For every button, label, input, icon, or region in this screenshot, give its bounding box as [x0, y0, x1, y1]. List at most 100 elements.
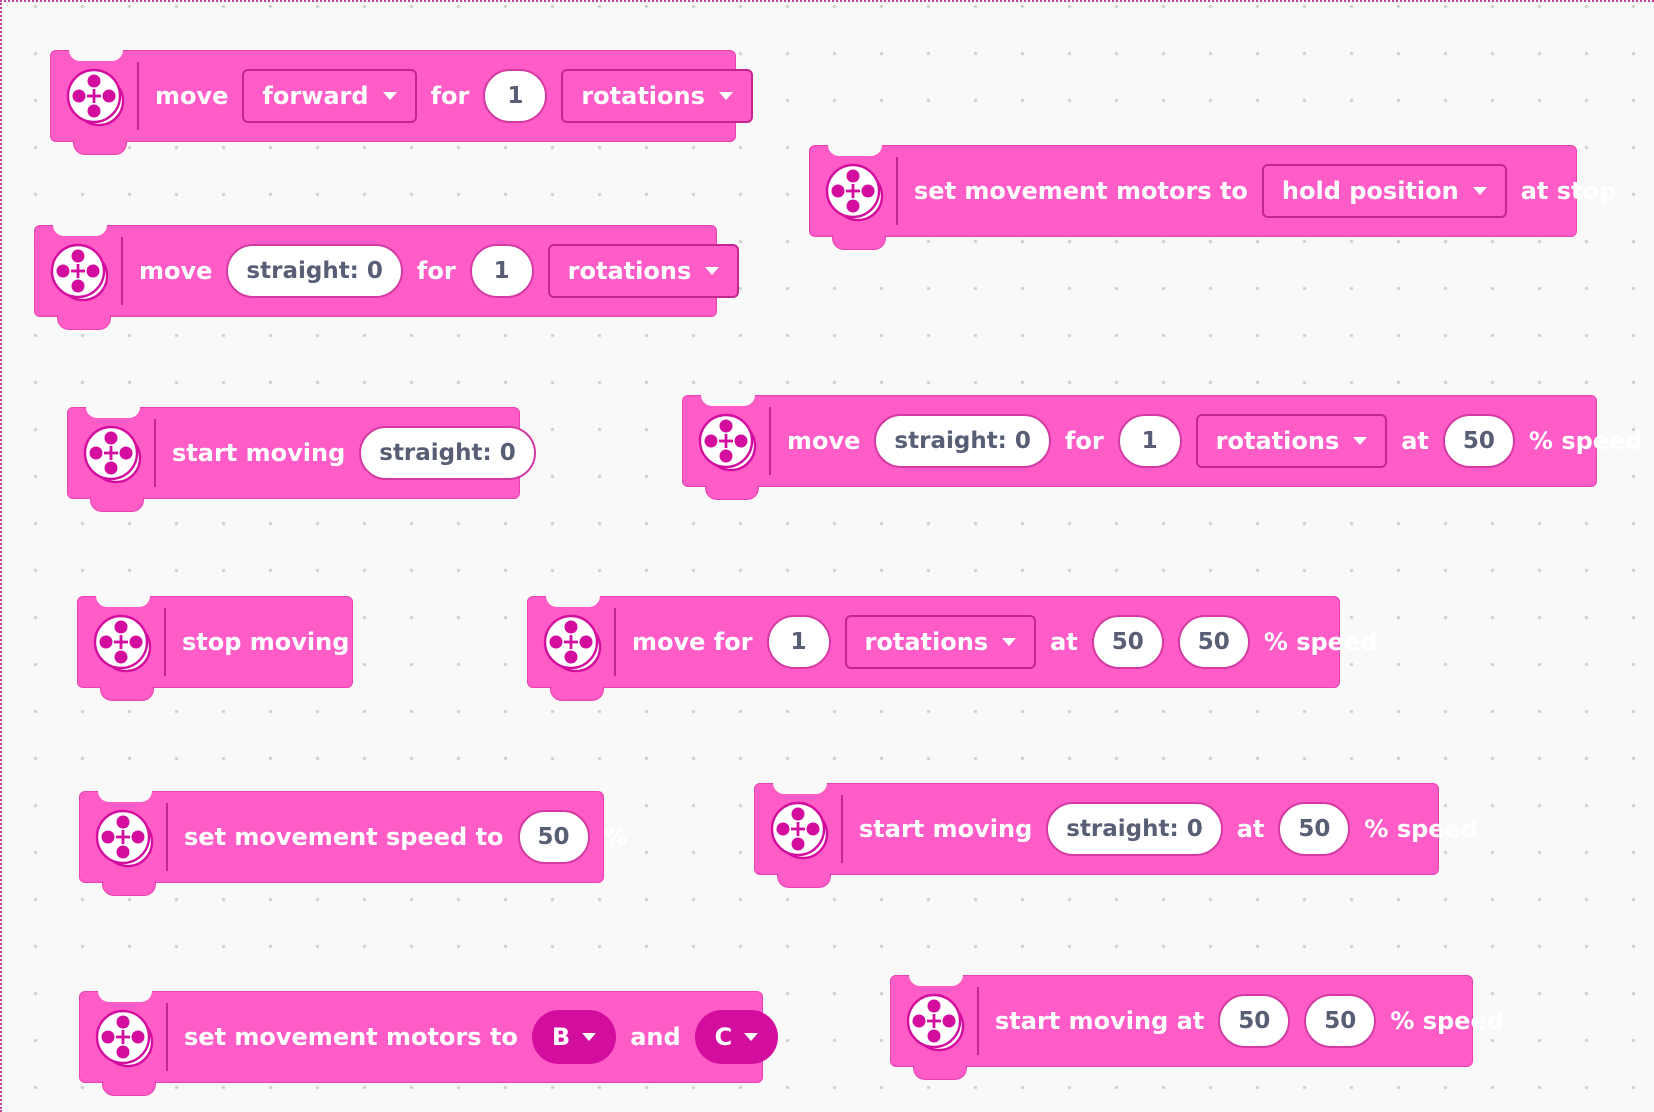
move-steer-for-rotations-block[interactable]: move straight: 0 for 1 rotations [34, 225, 740, 330]
block-notch [546, 596, 600, 607]
chevron-down-icon [1002, 638, 1017, 646]
set-movement-speed-block[interactable]: set movement speed to 50 % [79, 791, 628, 896]
chevron-down-icon [382, 92, 397, 100]
block-divider [841, 795, 843, 863]
block-tab [777, 873, 831, 888]
block-notch [98, 991, 152, 1002]
port-a-dropdown[interactable]: B [531, 1010, 617, 1064]
block-divider [769, 407, 771, 475]
block-notch [96, 596, 150, 607]
move-forward-for-rotations-block[interactable]: move forward for 1 rotations [50, 50, 753, 155]
unit-dropdown[interactable]: rotations [547, 244, 740, 298]
block-notch [69, 50, 123, 61]
percent-label: % [603, 823, 628, 851]
speed-input[interactable]: 50 [1278, 802, 1351, 856]
right-speed-input[interactable]: 50 [1177, 615, 1250, 669]
port-b-value: C [714, 1023, 733, 1051]
move-for-rotations-speed-block[interactable]: move for 1 rotations at 50 50 % speed [527, 596, 1377, 701]
canvas-frame-left [0, 0, 2, 1112]
steer-input[interactable]: straight: 0 [1046, 802, 1223, 856]
movement-motors-icon [903, 989, 967, 1053]
set-movement-motors-to-label: set movement motors to [184, 1023, 518, 1051]
direction-value: forward [262, 82, 369, 110]
start-moving-label: start moving [859, 815, 1033, 843]
port-a-value: B [551, 1023, 571, 1051]
chevron-down-icon [1472, 187, 1487, 195]
unit-value: rotations [581, 82, 705, 110]
direction-dropdown[interactable]: forward [242, 69, 417, 123]
at-label: at [1236, 815, 1265, 843]
set-movement-motors-ports-block[interactable]: set movement motors to B and C [79, 991, 779, 1096]
port-b-dropdown[interactable]: C [694, 1010, 779, 1064]
block-tab [550, 686, 604, 701]
amount-input[interactable]: 1 [766, 615, 831, 669]
unit-dropdown[interactable]: rotations [844, 615, 1037, 669]
block-notch [773, 783, 827, 794]
movement-motors-icon [695, 409, 759, 473]
speed-input[interactable]: 50 [1442, 414, 1515, 468]
unit-dropdown[interactable]: rotations [1195, 414, 1388, 468]
movement-motors-icon [540, 610, 604, 674]
chevron-down-icon [705, 267, 720, 275]
block-tab [90, 497, 144, 512]
and-label: and [630, 1023, 681, 1051]
for-label: for [1064, 427, 1104, 455]
block-tab [705, 485, 759, 500]
movement-motors-icon [90, 610, 154, 674]
chevron-down-icon [718, 92, 733, 100]
percent-speed-label: % speed [1364, 815, 1479, 843]
block-divider [154, 419, 156, 487]
start-moving-steer-block[interactable]: start moving straight: 0 [67, 407, 536, 512]
block-notch [86, 407, 140, 418]
stop-moving-block[interactable]: stop moving [77, 596, 353, 701]
left-speed-input[interactable]: 50 [1218, 994, 1291, 1048]
chevron-down-icon [1353, 437, 1368, 445]
block-divider [166, 1003, 168, 1071]
block-tab [832, 235, 886, 250]
start-moving-label: start moving [172, 439, 346, 467]
move-steer-rotations-speed-block[interactable]: move straight: 0 for 1 rotations at 50 %… [682, 395, 1643, 500]
amount-input[interactable]: 1 [469, 244, 534, 298]
movement-motors-icon [63, 64, 127, 128]
unit-dropdown[interactable]: rotations [561, 69, 753, 123]
movement-motors-icon [822, 159, 886, 223]
chevron-down-icon [582, 1033, 597, 1041]
unit-value: rotations [1215, 427, 1340, 455]
stop-mode-dropdown[interactable]: hold position [1261, 164, 1507, 218]
movement-motors-icon [767, 797, 831, 861]
block-divider [614, 608, 616, 676]
start-moving-at-speed-block[interactable]: start moving at 50 50 % speed [890, 975, 1504, 1080]
start-moving-steer-speed-block[interactable]: start moving straight: 0 at 50 % speed [754, 783, 1478, 888]
for-label: for [416, 257, 456, 285]
move-label: move [787, 427, 861, 455]
percent-speed-label: % speed [1263, 628, 1378, 656]
left-speed-input[interactable]: 50 [1091, 615, 1164, 669]
block-divider [137, 62, 139, 130]
unit-value: rotations [864, 628, 989, 656]
set-movement-motors-to-label: set movement motors to [914, 177, 1248, 205]
amount-input[interactable]: 1 [483, 69, 548, 123]
at-stop-label: at stop [1520, 177, 1617, 205]
percent-speed-label: % speed [1390, 1007, 1504, 1035]
movement-motors-icon [92, 1005, 156, 1069]
set-movement-speed-to-label: set movement speed to [184, 823, 504, 851]
set-movement-motors-stop-block[interactable]: set movement motors to hold position at … [809, 145, 1616, 250]
steer-input[interactable]: straight: 0 [226, 244, 403, 298]
at-label: at [1050, 628, 1078, 656]
speed-input[interactable]: 50 [517, 810, 590, 864]
amount-input[interactable]: 1 [1117, 414, 1182, 468]
move-label: move [139, 257, 213, 285]
block-tab [57, 315, 111, 330]
for-label: for [430, 82, 470, 110]
block-notch [98, 791, 152, 802]
block-divider [896, 157, 898, 225]
steer-input[interactable]: straight: 0 [874, 414, 1051, 468]
unit-value: rotations [567, 257, 692, 285]
block-tab [73, 140, 127, 155]
right-speed-input[interactable]: 50 [1304, 994, 1377, 1048]
stop-mode-value: hold position [1281, 177, 1459, 205]
percent-speed-label: % speed [1528, 427, 1643, 455]
block-divider [164, 608, 166, 676]
block-notch [909, 975, 963, 986]
steer-input[interactable]: straight: 0 [359, 426, 536, 480]
